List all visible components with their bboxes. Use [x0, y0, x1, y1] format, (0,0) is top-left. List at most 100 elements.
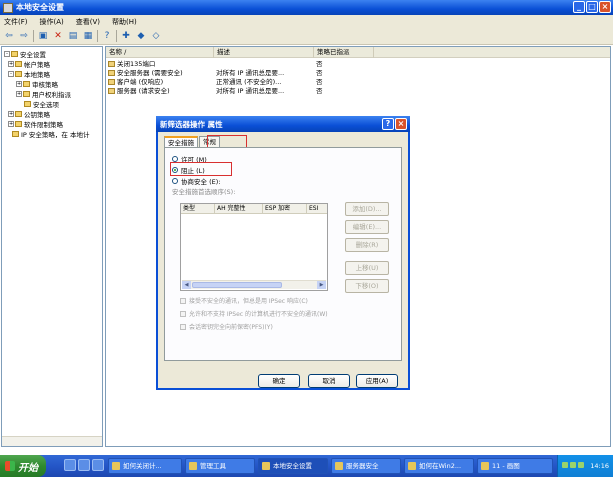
checkbox[interactable] — [180, 310, 186, 317]
maximize-button[interactable]: □ — [586, 1, 598, 13]
assign-icon[interactable]: ◆ — [135, 30, 147, 42]
tree-item-security-settings[interactable]: - 安全设置 — [4, 49, 46, 59]
checkbox[interactable] — [180, 297, 186, 304]
policy-icon — [108, 70, 115, 76]
taskbar-item-local-security[interactable]: 本地安全设置 — [258, 458, 328, 474]
security-methods-list[interactable]: 类型 AH 完整性 ESP 加密 ESI ◀ ▶ — [180, 203, 328, 291]
table-row[interactable]: 关闭135端口 否 — [106, 60, 610, 69]
collapse-icon[interactable]: - — [4, 50, 10, 57]
dialog-close-button[interactable]: × — [395, 118, 407, 130]
menu-action[interactable]: 操作(A) — [40, 17, 64, 27]
filter-action-properties-dialog: 新筛选器操作 属性 ? × 安全措施 常规 许可 (M) 阻止 (L) 协商安全… — [156, 116, 410, 390]
tree-horizontal-scrollbar[interactable] — [2, 436, 102, 446]
column-esp-encryption[interactable]: ESP 加密 — [263, 204, 307, 214]
security-icon[interactable] — [578, 462, 584, 468]
table-row[interactable]: 客户端 (仅响应) 正常通讯 (不安全的)... 否 — [106, 78, 610, 87]
volume-icon[interactable] — [570, 462, 576, 468]
taskbar: 开始 如何关闭计... 管理工具 本地安全设置 服务器安全 如何在Win2...… — [0, 455, 613, 477]
column-header-assigned[interactable]: 策略已指派 — [314, 47, 374, 58]
table-row[interactable]: 安全服务器 (需要安全) 对所有 IP 通讯总是要... 否 — [106, 69, 610, 78]
windows-logo-icon — [5, 461, 15, 471]
ie-icon[interactable] — [64, 459, 76, 471]
ok-button[interactable]: 确定 — [258, 374, 300, 388]
allow-unsecured-checkbox[interactable]: 允许和不支持 IPSec 的计算机进行不安全的通讯(W) — [180, 309, 328, 318]
inner-list-header: 类型 AH 完整性 ESP 加密 ESI — [181, 204, 327, 214]
toolbar-separator — [33, 30, 34, 42]
close-button[interactable]: × — [599, 1, 611, 13]
menu-view[interactable]: 查看(V) — [76, 17, 100, 27]
scroll-left-icon[interactable]: ◀ — [182, 281, 191, 289]
column-ah-integrity[interactable]: AH 完整性 — [215, 204, 263, 214]
properties-icon[interactable]: ▤ — [67, 30, 79, 42]
pfs-checkbox[interactable]: 会话密钥完全向前保密(PFS)(Y) — [180, 322, 273, 331]
unassign-icon[interactable]: ◇ — [150, 30, 162, 42]
taskbar-item-admin-tools[interactable]: 管理工具 — [185, 458, 255, 474]
folder-icon — [15, 120, 22, 127]
dialog-help-button[interactable]: ? — [382, 118, 394, 130]
taskbar-item-server-security[interactable]: 服务器安全 — [331, 458, 401, 474]
show-desktop-icon[interactable] — [78, 459, 90, 471]
tree-item-audit-policy[interactable]: + 审核策略 — [16, 79, 58, 89]
folder-icon — [15, 110, 22, 117]
folder-icon — [23, 80, 30, 87]
apply-button[interactable]: 应用(A) — [356, 374, 398, 388]
scroll-thumb[interactable] — [192, 282, 282, 288]
menu-bar: 文件(F) 操作(A) 查看(V) 帮助(H) — [0, 15, 613, 28]
policy-icon — [108, 88, 115, 94]
start-button[interactable]: 开始 — [0, 455, 46, 477]
menu-file[interactable]: 文件(F) — [4, 17, 28, 27]
media-icon[interactable] — [92, 459, 104, 471]
scroll-right-icon[interactable]: ▶ — [317, 281, 326, 289]
policy-icon — [108, 61, 115, 67]
clock: 14:16 — [590, 462, 609, 470]
expand-icon[interactable]: + — [16, 80, 22, 87]
tree-item-local-policy[interactable]: - 本地策略 — [8, 69, 50, 79]
radio-button[interactable] — [172, 155, 178, 162]
add-button[interactable]: 添加(D)... — [345, 202, 389, 216]
delete-icon[interactable]: ✕ — [52, 30, 64, 42]
expand-icon[interactable]: + — [8, 60, 14, 67]
column-esp-integrity[interactable]: ESI — [307, 204, 327, 214]
column-type[interactable]: 类型 — [181, 204, 215, 214]
policy-icon — [108, 79, 115, 85]
move-down-button[interactable]: 下移(O) — [345, 279, 389, 293]
tree-item-security-options[interactable]: 安全选项 — [24, 99, 59, 109]
tree-item-user-rights[interactable]: + 用户权利指派 — [16, 89, 71, 99]
taskbar-item-howto-close[interactable]: 如何关闭计... — [108, 458, 182, 474]
remove-button[interactable]: 删除(R) — [345, 238, 389, 252]
taskbar-item-howto-win2k[interactable]: 如何在Win2... — [404, 458, 474, 474]
tree-item-public-key[interactable]: + 公钥策略 — [8, 109, 50, 119]
back-icon[interactable]: ⇦ — [3, 30, 15, 42]
forward-icon[interactable]: ⇨ — [18, 30, 30, 42]
move-up-button[interactable]: 上移(U) — [345, 261, 389, 275]
collapse-icon[interactable]: - — [8, 70, 14, 77]
export-icon[interactable]: ▦ — [82, 30, 94, 42]
folder-icon — [15, 70, 22, 77]
minimize-button[interactable]: _ — [573, 1, 585, 13]
help-icon[interactable]: ? — [101, 30, 113, 42]
taskbar-item-paint[interactable]: 11 - 画图 — [477, 458, 553, 474]
tree-item-account-policy[interactable]: + 帐户策略 — [8, 59, 50, 69]
menu-help[interactable]: 帮助(H) — [112, 17, 137, 27]
radio-button[interactable] — [172, 177, 178, 184]
tree-item-ip-security[interactable]: IP 安全策略，在 本地计 — [12, 129, 102, 138]
column-header-description[interactable]: 描述 — [214, 47, 314, 58]
table-row[interactable]: 服务器 (请求安全) 对所有 IP 通讯总是要... 否 — [106, 87, 610, 96]
expand-icon[interactable]: + — [8, 120, 14, 127]
expand-icon[interactable]: + — [8, 110, 14, 117]
inner-list-scrollbar[interactable]: ◀ ▶ — [182, 280, 326, 289]
tree-item-software-restriction[interactable]: + 软件限制策略 — [8, 119, 63, 129]
column-header-name[interactable]: 名称 / — [106, 47, 214, 58]
edit-button[interactable]: 编辑(E)... — [345, 220, 389, 234]
block-highlight-box — [170, 162, 232, 176]
expand-icon[interactable]: + — [16, 90, 22, 97]
radio-negotiate-security[interactable]: 协商安全 (E): — [172, 176, 220, 186]
checkbox[interactable] — [180, 323, 186, 330]
folder-icon — [15, 60, 22, 67]
network-icon[interactable] — [562, 462, 568, 468]
new-policy-icon[interactable]: ✚ — [120, 30, 132, 42]
cancel-button[interactable]: 取消 — [308, 374, 350, 388]
up-icon[interactable]: ▣ — [37, 30, 49, 42]
folder-icon — [11, 50, 18, 57]
accept-unsecured-checkbox[interactable]: 接受不安全的通讯，但总是用 IPSec 响应(C) — [180, 296, 308, 305]
